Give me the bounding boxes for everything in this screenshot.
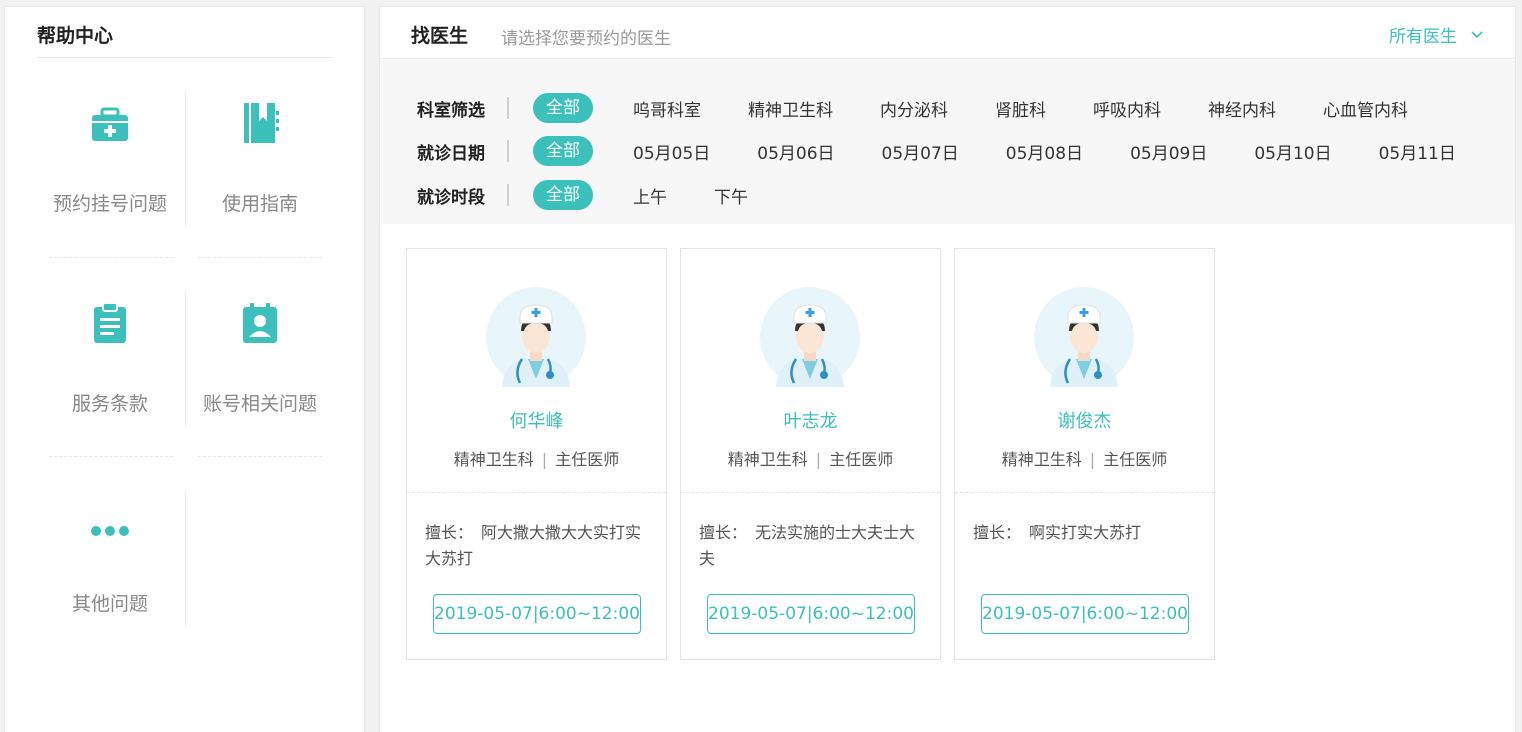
filter-option[interactable]: 精神卫生科 bbox=[748, 96, 833, 121]
skill-label: 擅长： bbox=[425, 523, 474, 542]
doctor-name: 谢俊杰 bbox=[1057, 411, 1112, 432]
skill-text: 啊实打实大苏打 bbox=[1029, 523, 1142, 542]
filter-separator bbox=[507, 184, 509, 206]
help-item-label: 服务条款 bbox=[71, 393, 148, 415]
doctor-avatar bbox=[760, 287, 860, 387]
meta-separator: | bbox=[1089, 450, 1096, 469]
help-divider-horizontal bbox=[49, 456, 173, 457]
filter-option-all[interactable]: 全部 bbox=[533, 180, 593, 210]
help-item-other[interactable]: 其他问题 bbox=[36, 491, 184, 631]
doctor-select-dropdown[interactable]: 所有医生 bbox=[1389, 22, 1483, 47]
doctor-title: 主任医师 bbox=[829, 450, 894, 469]
filter-separator bbox=[507, 140, 509, 162]
filter-option[interactable]: 05月10日 bbox=[1254, 139, 1331, 164]
account-card-icon bbox=[238, 301, 282, 345]
find-doctor-panel: 找医生 请选择您要预约的医生 所有医生 科室筛选 全部 呜哥科室 精神卫生科 内… bbox=[379, 6, 1516, 732]
page-subtitle: 请选择您要预约的医生 bbox=[501, 29, 671, 49]
appointment-slot-button[interactable]: 2019-05-07|6:00~12:00 bbox=[981, 594, 1189, 634]
doctor-avatar bbox=[486, 287, 586, 387]
filter-row-department: 科室筛选 全部 呜哥科室 精神卫生科 内分泌科 肾脏科 呼吸内科 神经内科 心血… bbox=[417, 91, 1408, 125]
filter-option-all[interactable]: 全部 bbox=[533, 136, 593, 166]
help-item-account[interactable]: 账号相关问题 bbox=[186, 291, 334, 431]
appointment-slot-button[interactable]: 2019-05-07|6:00~12:00 bbox=[433, 594, 641, 634]
help-item-label: 其他问题 bbox=[71, 593, 148, 615]
page-title: 找医生 bbox=[411, 25, 469, 47]
chevron-down-icon bbox=[1471, 30, 1483, 38]
filter-area: 科室筛选 全部 呜哥科室 精神卫生科 内分泌科 肾脏科 呼吸内科 神经内科 心血… bbox=[380, 60, 1515, 224]
help-divider-vertical bbox=[185, 291, 186, 427]
filter-label: 科室筛选 bbox=[417, 100, 485, 121]
filter-option[interactable]: 05月05日 bbox=[633, 139, 710, 164]
skill-label: 擅长： bbox=[973, 523, 1022, 542]
help-item-label: 使用指南 bbox=[221, 193, 298, 215]
help-center-title: 帮助中心 bbox=[37, 25, 114, 47]
filter-option[interactable]: 呜哥科室 bbox=[633, 96, 701, 121]
help-title-divider bbox=[37, 57, 333, 58]
help-center-panel: 帮助中心 预约挂号问题 使用指南 服务条款 账号相关问题 其他问题 bbox=[4, 6, 365, 732]
filter-option[interactable]: 内分泌科 bbox=[880, 96, 948, 121]
doctor-skill: 擅长： 啊实打实大苏打 bbox=[973, 520, 1196, 546]
filter-option[interactable]: 肾脏科 bbox=[995, 96, 1046, 121]
more-dots-icon bbox=[88, 501, 132, 545]
doctor-name: 叶志龙 bbox=[783, 411, 838, 432]
filter-option[interactable]: 心血管内科 bbox=[1323, 96, 1408, 121]
filter-option-all[interactable]: 全部 bbox=[533, 93, 593, 123]
meta-separator: | bbox=[541, 450, 548, 469]
card-divider bbox=[681, 492, 940, 493]
doctor-title: 主任医师 bbox=[555, 450, 620, 469]
filter-option[interactable]: 神经内科 bbox=[1208, 96, 1276, 121]
doctor-department: 精神卫生科 bbox=[453, 450, 534, 469]
filter-option[interactable]: 05月09日 bbox=[1130, 139, 1207, 164]
doctor-card[interactable]: 何华峰 精神卫生科 | 主任医师 擅长： 阿大撒大撒大大实打实大苏打 2019-05-… bbox=[406, 248, 667, 660]
help-divider-horizontal bbox=[49, 257, 173, 258]
filter-option[interactable]: 下午 bbox=[714, 183, 748, 208]
doctor-avatar bbox=[1034, 287, 1134, 387]
medical-kit-icon bbox=[88, 101, 132, 145]
doctor-card[interactable]: 谢俊杰 精神卫生科 | 主任医师 擅长： 啊实打实大苏打 2019-05-07|6:0… bbox=[954, 248, 1215, 660]
find-doctor-header: 找医生 请选择您要预约的医生 所有医生 bbox=[380, 7, 1515, 59]
help-divider-vertical bbox=[185, 491, 186, 627]
filter-option[interactable]: 上午 bbox=[633, 183, 667, 208]
doctor-department: 精神卫生科 bbox=[1001, 450, 1082, 469]
guide-book-icon bbox=[238, 101, 282, 145]
doctor-meta: 精神卫生科 | 主任医师 bbox=[955, 446, 1214, 470]
doctor-skill: 擅长： 阿大撒大撒大大实打实大苏打 bbox=[425, 520, 648, 572]
doctor-meta: 精神卫生科 | 主任医师 bbox=[407, 446, 666, 470]
filter-label: 就诊时段 bbox=[417, 187, 485, 208]
doctor-name: 何华峰 bbox=[509, 411, 564, 432]
help-item-guide[interactable]: 使用指南 bbox=[186, 91, 334, 231]
filter-option[interactable]: 05月06日 bbox=[757, 139, 834, 164]
filter-option[interactable]: 呼吸内科 bbox=[1093, 96, 1161, 121]
filter-separator bbox=[507, 97, 509, 119]
doctor-department: 精神卫生科 bbox=[727, 450, 808, 469]
appointment-slot-button[interactable]: 2019-05-07|6:00~12:00 bbox=[707, 594, 915, 634]
help-item-terms[interactable]: 服务条款 bbox=[36, 291, 184, 431]
help-divider-horizontal bbox=[198, 456, 322, 457]
filter-option[interactable]: 05月07日 bbox=[882, 139, 959, 164]
card-divider bbox=[407, 492, 666, 493]
help-divider-horizontal bbox=[198, 257, 322, 258]
clipboard-icon bbox=[88, 301, 132, 345]
meta-separator: | bbox=[815, 450, 822, 469]
filter-option[interactable]: 05月11日 bbox=[1379, 139, 1456, 164]
filter-row-date: 就诊日期 全部 05月05日 05月06日 05月07日 05月08日 05月0… bbox=[417, 134, 1456, 168]
doctor-meta: 精神卫生科 | 主任医师 bbox=[681, 446, 940, 470]
doctor-select-value: 所有医生 bbox=[1389, 27, 1457, 47]
doctor-card[interactable]: 叶志龙 精神卫生科 | 主任医师 擅长： 无法实施的士大夫士大夫 2019-05-07… bbox=[680, 248, 941, 660]
doctor-skill: 擅长： 无法实施的士大夫士大夫 bbox=[699, 520, 922, 572]
skill-label: 擅长： bbox=[699, 523, 748, 542]
help-item-booking[interactable]: 预约挂号问题 bbox=[36, 91, 184, 231]
help-item-label: 账号相关问题 bbox=[202, 393, 317, 415]
doctor-title: 主任医师 bbox=[1103, 450, 1168, 469]
card-divider bbox=[955, 492, 1214, 493]
help-divider-vertical bbox=[185, 91, 186, 227]
filter-option[interactable]: 05月08日 bbox=[1006, 139, 1083, 164]
help-item-label: 预约挂号问题 bbox=[52, 193, 167, 215]
filter-label: 就诊日期 bbox=[417, 143, 485, 164]
filter-row-period: 就诊时段 全部 上午 下午 bbox=[417, 178, 748, 212]
